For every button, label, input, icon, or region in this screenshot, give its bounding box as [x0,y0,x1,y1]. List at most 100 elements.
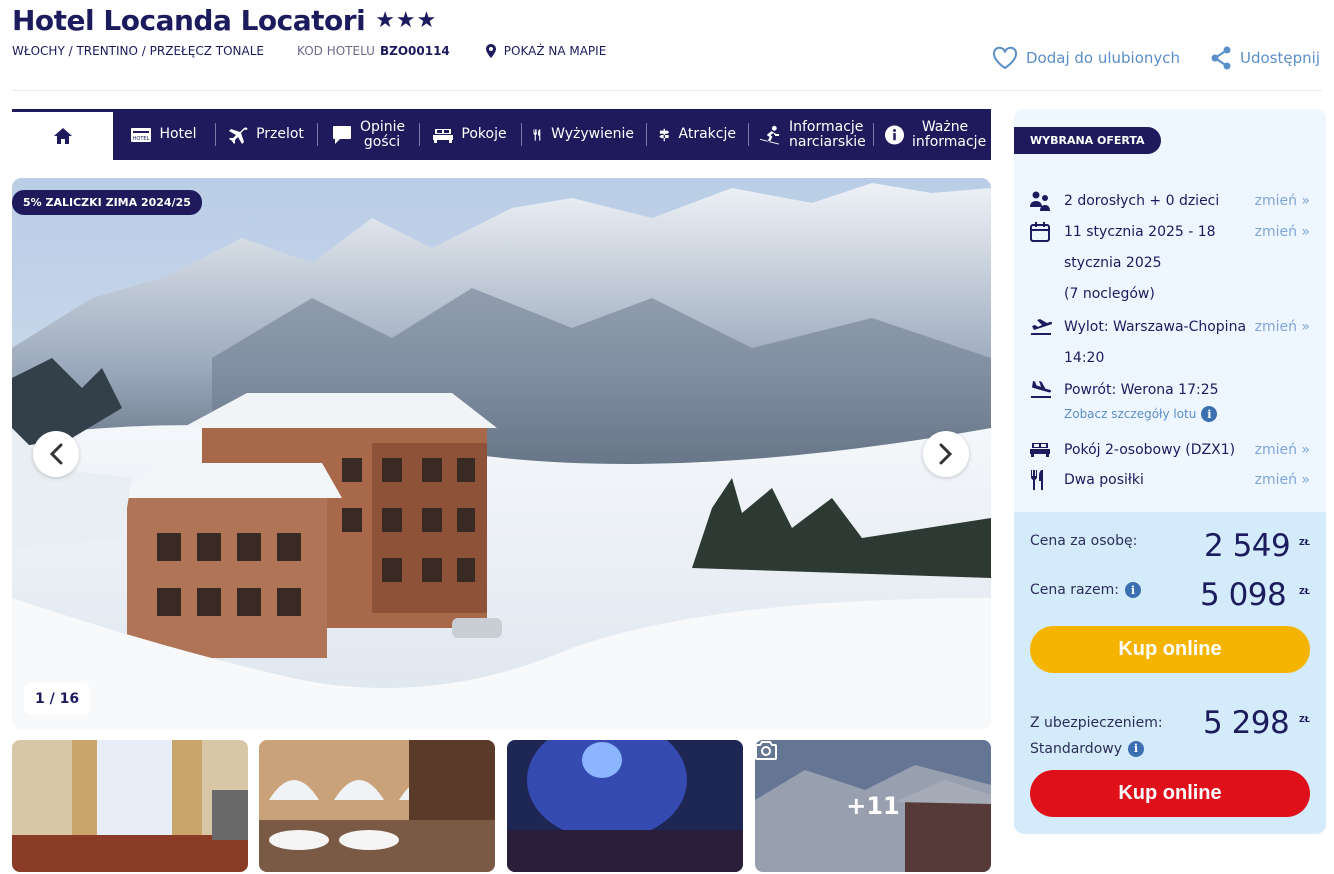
hotel-tab-nav: HOTEL Hotel Przelot Opinie gości Pokoje … [12,109,991,160]
more-photos-overlay[interactable]: +11 [755,740,991,872]
gallery-prev-button[interactable] [33,431,79,477]
camera-icon [755,741,777,760]
change-room-link[interactable]: zmień » [1255,435,1310,466]
tab-ski-info[interactable]: Informacje narciarskie [748,109,873,160]
chevron-right-icon [939,443,953,465]
bed-icon [433,128,454,143]
promo-badge: 5% ZALICZKI ZIMA 2024/25 [12,190,202,215]
offer-dates-row: 11 stycznia 2025 - 18 stycznia 2025 (7 n… [1030,217,1310,310]
price-per-person-currency: ZŁ [1299,538,1310,547]
price-total-currency: ZŁ [1299,587,1310,596]
departure-line-1: Wylot: Warszawa-Chopina [1064,319,1247,335]
flight-details-label: Zobacz szczegóły lotu [1064,407,1197,421]
insurance-info-icon[interactable]: i [1128,741,1144,757]
thumbnail-spa[interactable] [507,740,743,872]
insured-label-wrap: Z ubezpieczeniem: Standardowy i [1030,710,1163,762]
dates-line-2: stycznia 2025 [1064,255,1162,271]
calendar-icon [1030,217,1064,310]
map-pin-icon [485,44,496,58]
show-map-link[interactable]: POKAŻ NA MAPIE [485,44,607,58]
price-total-value: 5 098 [1200,577,1287,613]
hotel-icon: HOTEL [131,127,152,142]
board-text: Dwa posiłki [1064,472,1144,488]
main-photo[interactable] [12,178,991,729]
price-total-label-wrap: Cena razem: i [1030,582,1141,598]
tab-rooms-label: Pokoje [461,126,507,142]
buy-online-insured-button[interactable]: Kup online [1030,770,1310,817]
breadcrumb-location[interactable]: WŁOCHY / TRENTINO / PRZEŁĘCZ TONALE [12,44,264,58]
thumbnail-room-image [12,740,248,872]
tab-reviews[interactable]: Opinie gości [317,109,419,160]
add-to-favorites-button[interactable]: Dodaj do ulubionych [992,46,1180,70]
thumbnail-spa-image [507,740,743,872]
header-divider [12,90,1322,91]
tab-important-info-label: Ważne informacje [912,118,987,150]
hotel-meta: WŁOCHY / TRENTINO / PRZEŁĘCZ TONALE KOD … [12,44,606,58]
home-icon [53,128,72,144]
cutlery-icon [533,128,541,141]
buy-online-button[interactable]: Kup online [1030,626,1310,673]
change-dates-link[interactable]: zmień » [1255,217,1310,310]
tab-attractions-label: Atrakcje [678,126,736,142]
selected-offer-badge: WYBRANA OFERTA [1014,127,1161,154]
gallery-next-button[interactable] [923,431,969,477]
add-to-favorites-label: Dodaj do ulubionych [1026,49,1181,67]
thumbnail-room[interactable] [12,740,248,872]
plane-takeoff-icon [1030,312,1064,374]
thumbnail-exterior[interactable]: +11 [755,740,991,872]
info-icon: i [1201,406,1218,422]
tab-board[interactable]: Wyżywienie [521,109,646,160]
offer-return-row: Powrót: Werona 17:25 [1030,375,1310,406]
thumbnail-restaurant-image [259,740,495,872]
tab-flight[interactable]: Przelot [215,109,317,160]
hotel-title-row: Hotel Locanda Locatori ★★★ [12,4,437,37]
change-board-link[interactable]: zmień » [1255,465,1310,496]
share-icon [1211,46,1231,70]
tab-important-info[interactable]: Ważne informacje [873,109,990,160]
change-travelers-link[interactable]: zmień » [1255,186,1310,217]
plane-landing-icon [1030,375,1064,406]
signpost-icon [659,128,670,141]
bed-icon [1030,435,1064,466]
chevron-left-icon [49,443,63,465]
price-per-person-value: 2 549 [1204,528,1291,564]
header-actions: Dodaj do ulubionych Udostępnij [992,46,1320,70]
travelers-text: 2 dorosłych + 0 dzieci [1064,193,1220,209]
tab-home[interactable] [12,109,113,160]
share-button[interactable]: Udostępnij [1210,46,1320,70]
tab-flight-label: Przelot [256,126,304,142]
hotel-code-value: BZO00114 [379,44,450,58]
insured-label-line-2: Standardowy [1030,741,1122,757]
svg-text:HOTEL: HOTEL [133,136,150,142]
room-text: Pokój 2-osobowy (DZX1) [1064,442,1236,458]
tab-board-label: Wyżywienie [551,126,634,142]
offer-departure-row: Wylot: Warszawa-Chopina 14:20 zmień » [1030,312,1310,374]
offer-room-row: Pokój 2-osobowy (DZX1) zmień » [1030,435,1310,466]
total-info-icon[interactable]: i [1124,582,1141,598]
tab-rooms[interactable]: Pokoje [419,109,521,160]
hotel-stars: ★★★ [375,8,438,33]
hotel-code-label: KOD HOTELU [297,44,375,58]
tab-ski-info-label: Informacje narciarskie [789,118,866,150]
tab-hotel[interactable]: HOTEL Hotel [113,109,215,160]
flight-details-link[interactable]: Zobacz szczegóły lotu i [1064,406,1218,422]
show-map-label: POKAŻ NA MAPIE [503,44,607,58]
share-label: Udostępnij [1240,49,1320,67]
heart-icon [992,46,1018,70]
more-photos-count: +11 [846,792,900,820]
people-icon [1030,186,1064,217]
skier-icon [760,125,780,145]
dates-line-1: 11 stycznia 2025 - 18 [1064,224,1216,240]
tab-hotel-label: Hotel [159,126,197,142]
photo-counter: 1 / 16 [24,683,91,715]
departure-line-2: 14:20 [1064,350,1105,366]
info-icon [885,125,904,144]
insured-price-value: 5 298 [1203,705,1290,741]
insured-price-currency: ZŁ [1299,715,1310,724]
return-text: Powrót: Werona 17:25 [1064,382,1219,398]
tab-attractions[interactable]: Atrakcje [646,109,748,160]
cutlery-icon [1030,465,1064,496]
thumbnail-restaurant[interactable] [259,740,495,872]
offer-board-row: Dwa posiłki zmień » [1030,465,1310,496]
change-flight-link[interactable]: zmień » [1255,312,1310,374]
